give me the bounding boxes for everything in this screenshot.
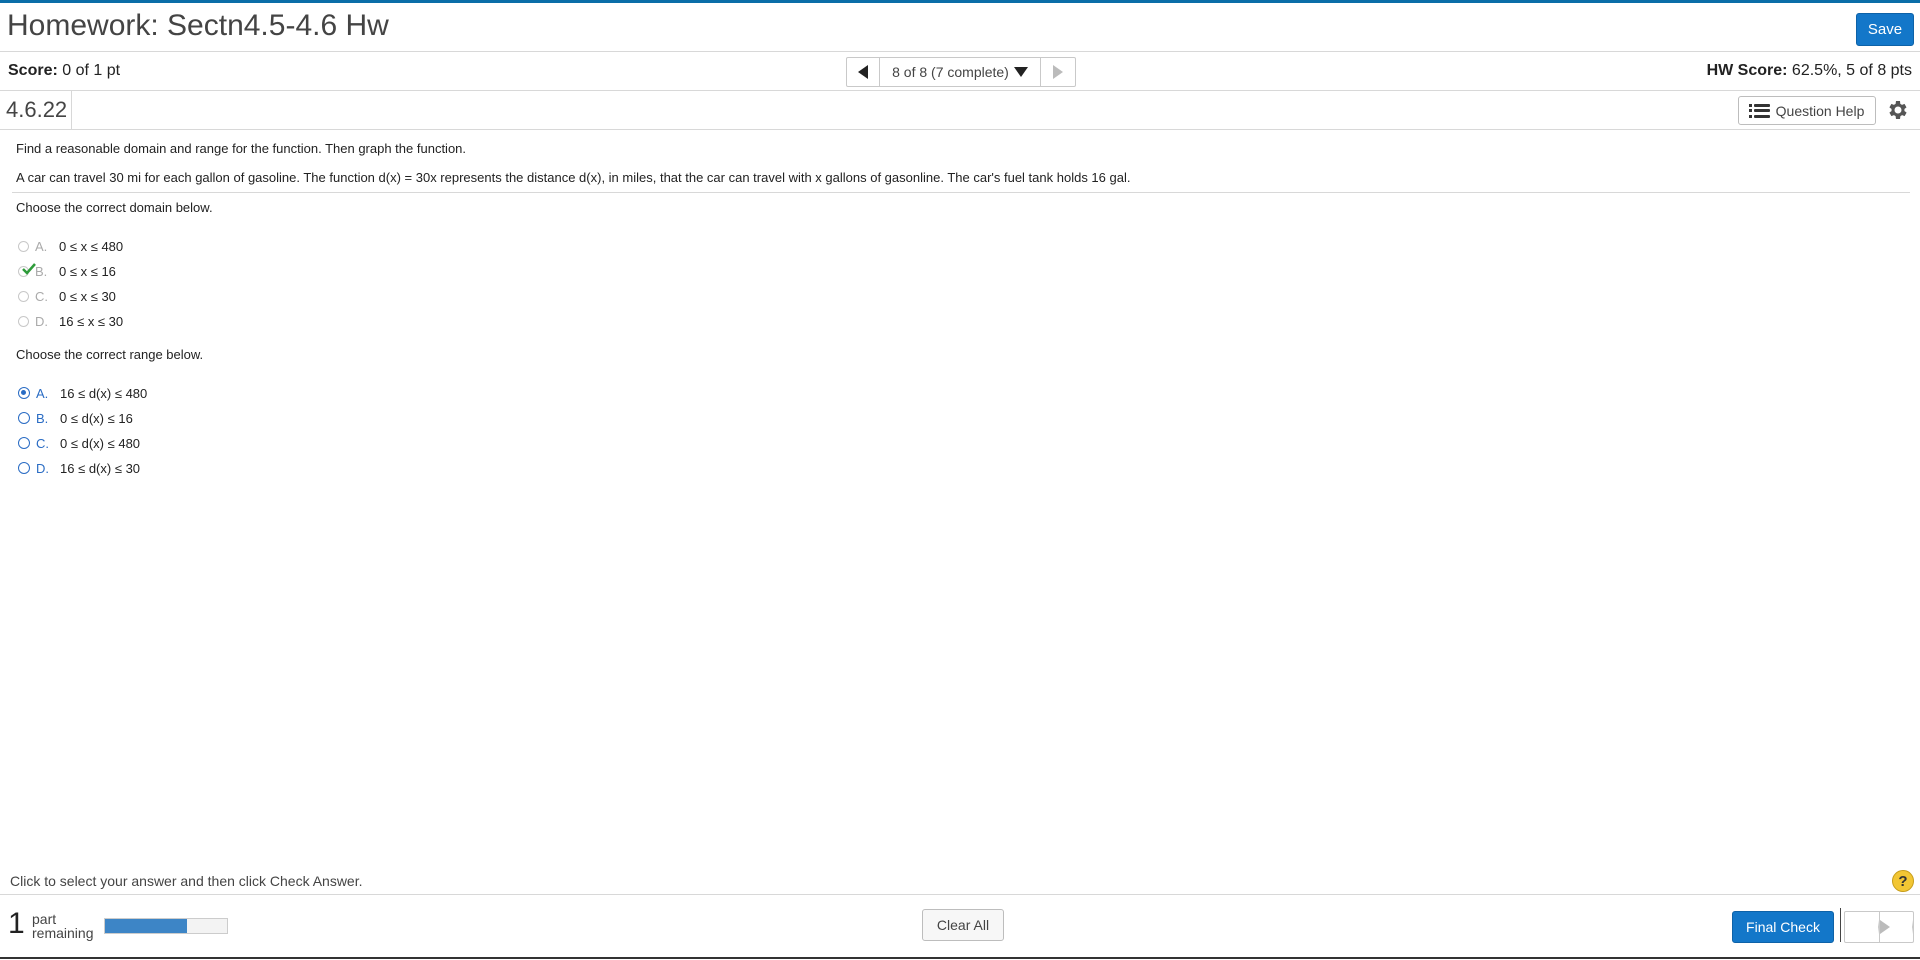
page-title: Homework: Sectn4.5-4.6 Hw bbox=[7, 9, 389, 42]
option-letter: C. bbox=[36, 435, 49, 451]
score-bar: Score: 0 of 1 pt 8 of 8 (7 complete) HW … bbox=[0, 52, 1920, 91]
triangle-right-icon bbox=[1879, 920, 1913, 934]
help-icon[interactable]: ? bbox=[1892, 870, 1914, 892]
option-text: 0 ≤ d(x) ≤ 480 bbox=[60, 435, 141, 451]
option-text: 16 ≤ x ≤ 30 bbox=[59, 313, 124, 329]
parts-word: part bbox=[32, 911, 57, 927]
option-text: 0 ≤ x ≤ 480 bbox=[59, 238, 124, 254]
radio-button bbox=[18, 240, 29, 252]
option-letter: C. bbox=[35, 288, 48, 304]
next-question-button[interactable] bbox=[1041, 58, 1075, 86]
radio-button bbox=[18, 290, 29, 302]
footer-bar: 1 part remaining Clear All Final Check bbox=[0, 894, 1920, 960]
hw-score-label: HW Score: bbox=[1706, 62, 1788, 79]
radio-button-selected[interactable] bbox=[18, 387, 30, 399]
problem-text: A car can travel 30 mi for each gallon o… bbox=[16, 170, 1131, 185]
question-score: Score: 0 of 1 pt bbox=[8, 62, 120, 80]
separator bbox=[1840, 908, 1841, 942]
triangle-left-icon bbox=[858, 65, 868, 79]
option-text: 0 ≤ x ≤ 30 bbox=[59, 288, 116, 304]
domain-prompt: Choose the correct domain below. bbox=[16, 200, 213, 215]
radio-button[interactable] bbox=[18, 412, 30, 424]
checkmark-icon bbox=[22, 263, 36, 275]
range-option-b[interactable]: B. 0 ≤ d(x) ≤ 16 bbox=[18, 409, 133, 427]
domain-option-c: C. 0 ≤ x ≤ 30 bbox=[18, 287, 116, 305]
triangle-right-icon bbox=[1053, 65, 1063, 79]
radio-button bbox=[18, 315, 29, 327]
question-position-text: 8 of 8 (7 complete) bbox=[892, 64, 1009, 80]
question-navigator: 8 of 8 (7 complete) bbox=[846, 57, 1076, 87]
parts-remaining-count: 1 bbox=[8, 907, 25, 940]
option-letter: A. bbox=[36, 385, 49, 401]
parts-remaining-text: part remaining bbox=[32, 912, 93, 940]
question-list-dropdown[interactable]: 8 of 8 (7 complete) bbox=[880, 58, 1041, 86]
range-option-a[interactable]: A. 16 ≤ d(x) ≤ 480 bbox=[18, 384, 147, 402]
range-prompt: Choose the correct range below. bbox=[16, 347, 204, 362]
gear-icon[interactable] bbox=[1886, 98, 1910, 122]
hw-score-value: 62.5%, 5 of 8 pts bbox=[1791, 62, 1912, 79]
domain-option-d: D. 16 ≤ x ≤ 30 bbox=[18, 312, 123, 330]
option-text: 16 ≤ d(x) ≤ 480 bbox=[60, 385, 148, 401]
footer-previous-button[interactable] bbox=[1845, 912, 1880, 942]
option-letter: D. bbox=[35, 313, 48, 329]
hw-score: HW Score: 62.5%, 5 of 8 pts bbox=[1707, 62, 1912, 80]
list-icon bbox=[1748, 103, 1770, 118]
progress-bar bbox=[104, 918, 228, 934]
option-letter: B. bbox=[36, 410, 49, 426]
option-text: 16 ≤ d(x) ≤ 30 bbox=[60, 460, 141, 476]
option-letter: A. bbox=[35, 238, 48, 254]
range-option-d[interactable]: D. 16 ≤ d(x) ≤ 30 bbox=[18, 459, 140, 477]
instruction-text: Find a reasonable domain and range for t… bbox=[16, 141, 467, 156]
option-letter: D. bbox=[36, 460, 49, 476]
footer-navigator bbox=[1844, 911, 1914, 943]
answer-hint: Click to select your answer and then cli… bbox=[10, 873, 363, 889]
progress-fill bbox=[105, 919, 187, 933]
range-option-c[interactable]: C. 0 ≤ d(x) ≤ 480 bbox=[18, 434, 140, 452]
clear-all-button[interactable]: Clear All bbox=[922, 909, 1004, 941]
final-check-button[interactable]: Final Check bbox=[1732, 911, 1834, 943]
divider bbox=[12, 192, 1910, 193]
option-letter: B. bbox=[35, 263, 48, 279]
footer-next-button[interactable] bbox=[1879, 912, 1913, 942]
radio-button[interactable] bbox=[18, 462, 30, 474]
remaining-word: remaining bbox=[32, 925, 94, 941]
domain-option-a: A. 0 ≤ x ≤ 480 bbox=[18, 237, 123, 255]
question-number: 4.6.22 bbox=[0, 91, 72, 129]
score-value: 0 of 1 pt bbox=[62, 62, 121, 79]
header-bar: Homework: Sectn4.5-4.6 Hw Save bbox=[0, 3, 1920, 52]
radio-button[interactable] bbox=[18, 437, 30, 449]
question-bar: 4.6.22 Question Help bbox=[0, 91, 1920, 130]
triangle-down-icon bbox=[1013, 67, 1028, 77]
question-help-button[interactable]: Question Help bbox=[1738, 96, 1876, 125]
question-help-label: Question Help bbox=[1775, 102, 1865, 119]
option-text: 0 ≤ x ≤ 16 bbox=[59, 263, 116, 279]
previous-question-button[interactable] bbox=[847, 58, 880, 86]
score-label: Score: bbox=[8, 62, 58, 79]
save-button[interactable]: Save bbox=[1856, 13, 1914, 46]
option-text: 0 ≤ d(x) ≤ 16 bbox=[60, 410, 133, 426]
triangle-left-icon bbox=[1845, 920, 1879, 934]
